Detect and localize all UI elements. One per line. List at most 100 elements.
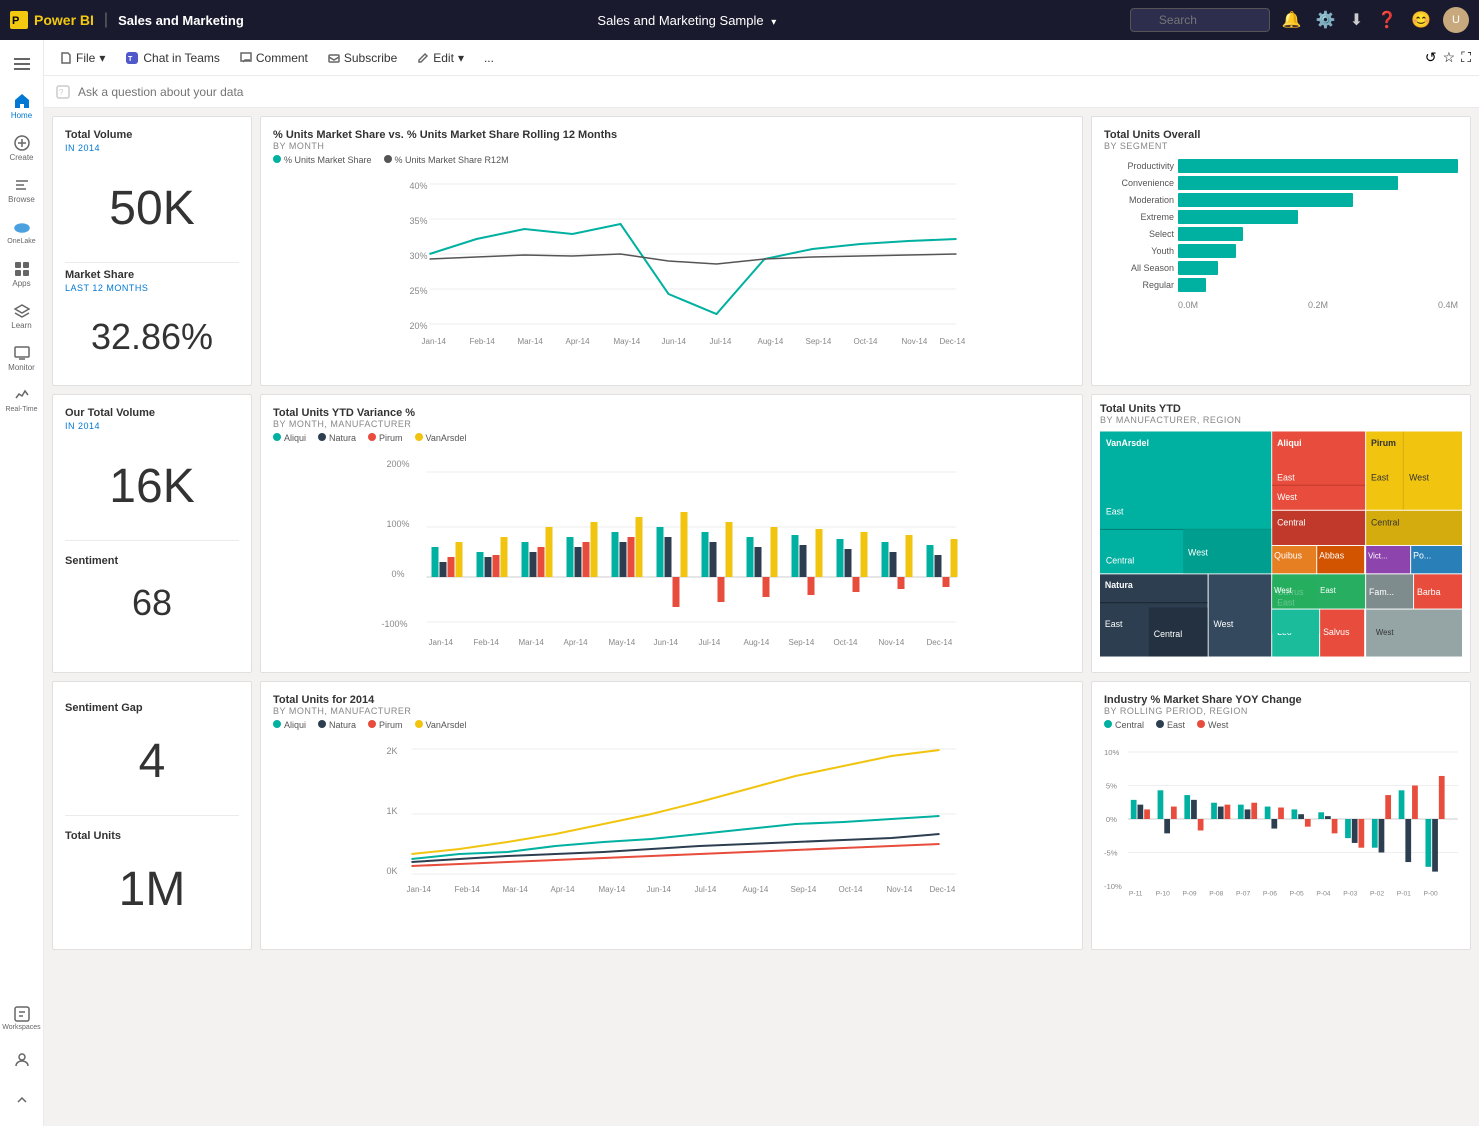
svg-text:Nov-14: Nov-14 xyxy=(887,885,913,894)
svg-text:Mar-14: Mar-14 xyxy=(519,638,545,647)
sidebar-item-apps[interactable]: Apps xyxy=(2,254,42,294)
bar-row-extreme: Extreme xyxy=(1104,210,1458,224)
sidebar-item-workspaces[interactable]: Workspaces xyxy=(2,998,42,1038)
total-volume-subtitle: IN 2014 xyxy=(65,143,239,153)
qa-bar[interactable]: ? xyxy=(44,76,1479,108)
svg-text:5%: 5% xyxy=(1106,781,1117,790)
sentiment-gap-card[interactable]: Sentiment Gap 4 Total Units 1M xyxy=(52,681,252,950)
svg-text:West: West xyxy=(1213,619,1233,629)
avatar[interactable]: U xyxy=(1443,7,1469,33)
sidebar-item-create[interactable]: Create xyxy=(2,128,42,168)
svg-text:VanArsdel: VanArsdel xyxy=(1106,438,1149,448)
svg-text:Dec-14: Dec-14 xyxy=(940,337,966,346)
sentiment-gap-label: Sentiment Gap xyxy=(65,702,239,714)
industry-svg: 10% 5% 0% -5% -10% xyxy=(1104,734,1458,904)
ytd-variance-legend: Aliqui Natura Pirum VanArsdel xyxy=(273,433,1070,443)
file-button[interactable]: File ▾ xyxy=(52,47,113,69)
sidebar-item-monitor[interactable]: Monitor xyxy=(2,338,42,378)
svg-text:Central: Central xyxy=(1106,556,1134,566)
total-units-overall-card[interactable]: Total Units Overall BY SEGMENT Productiv… xyxy=(1091,116,1471,386)
secondary-toolbar: File ▾ T Chat in Teams Comment Subscribe… xyxy=(44,40,1479,76)
svg-text:100%: 100% xyxy=(387,519,410,529)
svg-text:East: East xyxy=(1277,472,1295,482)
svg-text:P-04: P-04 xyxy=(1316,891,1330,898)
svg-text:Po...: Po... xyxy=(1413,551,1431,561)
total-volume-title: Total Volume xyxy=(65,129,239,141)
chat-in-teams-button[interactable]: T Chat in Teams xyxy=(117,47,227,69)
fullscreen-icon[interactable]: ⛶ xyxy=(1461,49,1471,66)
app-logo[interactable]: P Power BI xyxy=(10,11,94,29)
sentiment-gap-value: 4 xyxy=(65,714,239,809)
report-title[interactable]: Sales and Marketing Sample ▾ xyxy=(252,13,1122,28)
our-total-volume-card[interactable]: Our Total Volume IN 2014 16K Sentiment 6… xyxy=(52,394,252,673)
svg-text:25%: 25% xyxy=(410,286,428,296)
svg-text:Barba: Barba xyxy=(1417,587,1441,597)
total-units-2014-card[interactable]: Total Units for 2014 BY MONTH, MANUFACTU… xyxy=(260,681,1083,950)
left-sidebar: Home Create Browse OneLake Apps Learn Mo… xyxy=(0,40,44,1126)
divider3 xyxy=(65,815,239,816)
our-total-volume-value: 16K xyxy=(65,439,239,534)
svg-text:-10%: -10% xyxy=(1104,882,1122,891)
sidebar-item-expand[interactable] xyxy=(2,1082,42,1122)
industry-market-share-subtitle: BY ROLLING PERIOD, REGION xyxy=(1104,706,1458,716)
ytd-variance-title: Total Units YTD Variance % xyxy=(273,407,1070,419)
market-share-svg: 40% 35% 30% 25% 20% Jan-14 Feb-14 Mar-14 xyxy=(273,169,1070,349)
svg-text:Vict...: Vict... xyxy=(1368,552,1387,561)
total-units-overall-title: Total Units Overall xyxy=(1104,129,1458,141)
sidebar-item-browse[interactable]: Browse xyxy=(2,170,42,210)
svg-text:Oct-14: Oct-14 xyxy=(839,885,864,894)
sidebar-item-learn[interactable]: Learn xyxy=(2,296,42,336)
svg-text:10%: 10% xyxy=(1104,748,1119,757)
industry-market-share-card[interactable]: Industry % Market Share YOY Change BY RO… xyxy=(1091,681,1471,950)
download-icon[interactable]: ⬇ xyxy=(1348,8,1365,32)
sidebar-item-user[interactable] xyxy=(2,1040,42,1080)
svg-text:P-10: P-10 xyxy=(1156,891,1170,898)
sidebar-item-onelake[interactable]: OneLake xyxy=(2,212,42,252)
sidebar-hamburger[interactable] xyxy=(2,44,42,84)
svg-text:Nov-14: Nov-14 xyxy=(879,638,905,647)
bar-row-moderation: Moderation xyxy=(1104,193,1458,207)
market-share-chart-title: % Units Market Share vs. % Units Market … xyxy=(273,129,1070,141)
settings-icon[interactable]: ⚙️ xyxy=(1314,8,1338,32)
total-volume-card[interactable]: Total Volume IN 2014 50K Market Share LA… xyxy=(52,116,252,386)
help-icon[interactable]: ❓ xyxy=(1375,8,1399,32)
edit-button[interactable]: Edit ▾ xyxy=(409,47,472,69)
search-wrapper[interactable] xyxy=(1130,8,1270,32)
ytd-variance-svg: 200% 100% 0% -100% xyxy=(273,447,1070,647)
sidebar-item-realtime[interactable]: Real-Time xyxy=(2,380,42,420)
divider2 xyxy=(65,540,239,541)
svg-text:May-14: May-14 xyxy=(599,885,626,894)
svg-text:P-08: P-08 xyxy=(1209,891,1223,898)
search-input[interactable] xyxy=(1130,8,1270,32)
refresh-icon[interactable]: ↺ xyxy=(1425,49,1437,66)
qa-input[interactable] xyxy=(78,85,1467,99)
smiley-icon[interactable]: 😊 xyxy=(1409,8,1433,32)
bar-row-productivity: Productivity xyxy=(1104,159,1458,173)
ytd-treemap-card[interactable]: Total Units YTD BY MANUFACTURER, REGION … xyxy=(1091,394,1471,673)
industry-legend: Central East West xyxy=(1104,720,1458,730)
svg-text:Nov-14: Nov-14 xyxy=(902,337,928,346)
ytd-variance-subtitle: BY MONTH, MANUFACTURER xyxy=(273,419,1070,429)
subscribe-button[interactable]: Subscribe xyxy=(320,47,405,69)
svg-text:-5%: -5% xyxy=(1104,848,1118,857)
svg-text:Aug-14: Aug-14 xyxy=(758,337,784,346)
svg-text:Natura: Natura xyxy=(1105,580,1133,590)
section-title: Sales and Marketing xyxy=(118,13,244,28)
ytd-variance-card[interactable]: Total Units YTD Variance % BY MONTH, MAN… xyxy=(260,394,1083,673)
comment-button[interactable]: Comment xyxy=(232,47,316,69)
svg-text:200%: 200% xyxy=(387,459,410,469)
svg-text:Central: Central xyxy=(1371,517,1399,527)
svg-text:West: West xyxy=(1409,472,1429,482)
more-button[interactable]: ... xyxy=(476,47,502,69)
total-units-label: Total Units xyxy=(65,830,239,842)
market-share-chart-card[interactable]: % Units Market Share vs. % Units Market … xyxy=(260,116,1083,386)
bookmark-icon[interactable]: ☆ xyxy=(1443,49,1456,66)
sidebar-item-home[interactable]: Home xyxy=(2,86,42,126)
bell-icon[interactable]: 🔔 xyxy=(1280,8,1304,32)
total-units-2014-legend: Aliqui Natura Pirum VanArsdel xyxy=(273,720,1070,730)
svg-text:Jul-14: Jul-14 xyxy=(710,337,732,346)
svg-text:20%: 20% xyxy=(410,321,428,331)
total-units-2014-svg: 2K 1K 0K Jan-14 Feb-14 Mar-14 Apr-1 xyxy=(273,734,1070,904)
market-share-title: Market Share xyxy=(65,269,239,281)
svg-text:Aug-14: Aug-14 xyxy=(743,885,769,894)
